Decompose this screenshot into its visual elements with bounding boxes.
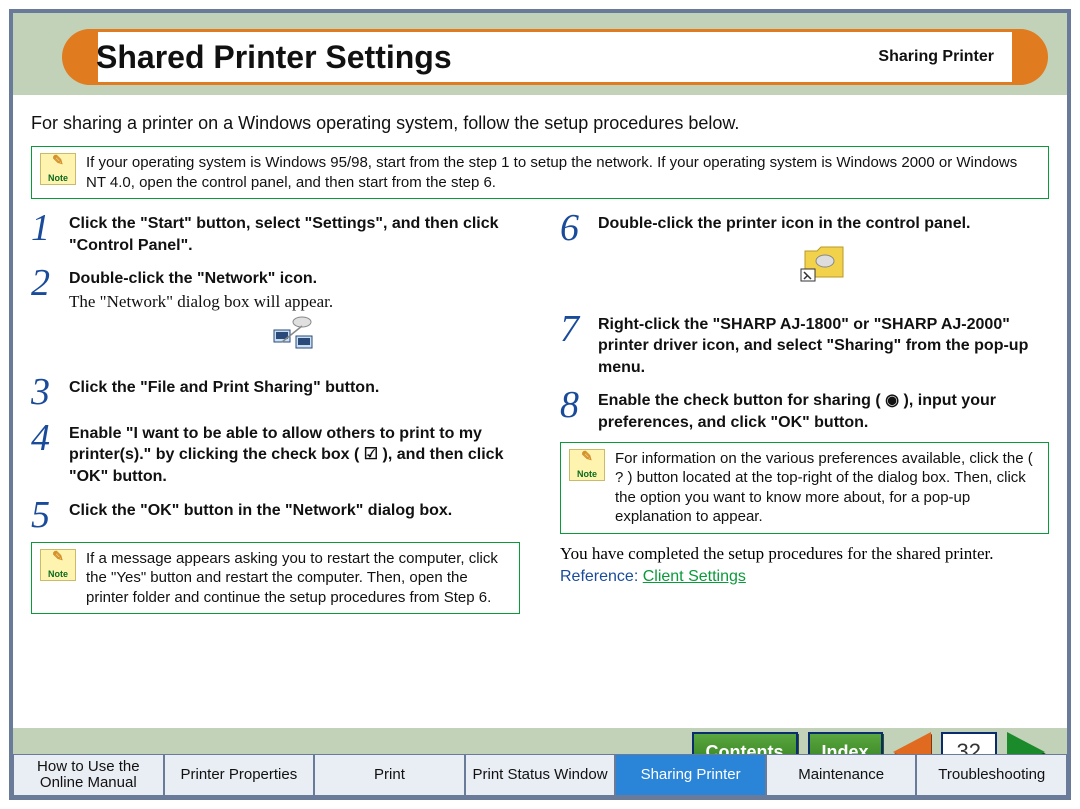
note-icon: Note bbox=[40, 549, 76, 581]
reference: Reference: Client Settings bbox=[560, 568, 1049, 586]
content-area: For sharing a printer on a Windows opera… bbox=[13, 95, 1067, 728]
reference-link[interactable]: Client Settings bbox=[643, 568, 746, 585]
completion-text: You have completed the setup procedures … bbox=[560, 544, 1049, 564]
step-desc: The "Network" dialog box will appear. bbox=[69, 292, 520, 312]
step-title: Enable the check button for sharing ( ◉ … bbox=[598, 390, 1049, 433]
left-column: 1 Click the "Start" button, select "Sett… bbox=[31, 209, 520, 624]
step-7: 7 Right-click the "SHARP AJ-1800" or "SH… bbox=[560, 310, 1049, 379]
step-title: Click the "Start" button, select "Settin… bbox=[69, 213, 520, 256]
network-icon bbox=[69, 316, 520, 357]
tab-print-status-window[interactable]: Print Status Window bbox=[465, 754, 616, 796]
step-1: 1 Click the "Start" button, select "Sett… bbox=[31, 209, 520, 256]
step-3: 3 Click the "File and Print Sharing" but… bbox=[31, 373, 520, 411]
step-title: Double-click the "Network" icon. bbox=[69, 268, 520, 290]
tab-maintenance[interactable]: Maintenance bbox=[766, 754, 917, 796]
note-icon: Note bbox=[40, 153, 76, 185]
printer-folder-icon bbox=[598, 241, 1049, 290]
intro-text: For sharing a printer on a Windows opera… bbox=[31, 113, 1049, 134]
step-5: 5 Click the "OK" button in the "Network"… bbox=[31, 496, 520, 534]
step-title: Double-click the printer icon in the con… bbox=[598, 213, 1049, 235]
step-title: Enable "I want to be able to allow other… bbox=[69, 423, 520, 488]
tab-print[interactable]: Print bbox=[314, 754, 465, 796]
step-2: 2 Double-click the "Network" icon. The "… bbox=[31, 264, 520, 365]
step-6: 6 Double-click the printer icon in the c… bbox=[560, 209, 1049, 302]
note-box-top: Note If your operating system is Windows… bbox=[31, 146, 1049, 199]
step-number: 7 bbox=[560, 310, 584, 379]
note-icon: Note bbox=[569, 449, 605, 481]
right-column: 6 Double-click the printer icon in the c… bbox=[560, 209, 1049, 624]
page-title: Shared Printer Settings bbox=[96, 39, 452, 76]
steps-columns: 1 Click the "Start" button, select "Sett… bbox=[31, 209, 1049, 624]
note-text-mid: If a message appears asking you to resta… bbox=[86, 549, 511, 608]
note-text-top: If your operating system is Windows 95/9… bbox=[86, 153, 1040, 192]
bottom-tabs: How to Use the Online ManualPrinter Prop… bbox=[13, 754, 1067, 796]
step-title: Click the "OK" button in the "Network" d… bbox=[69, 500, 520, 522]
note-box-mid: Note If a message appears asking you to … bbox=[31, 542, 520, 615]
step-4: 4 Enable "I want to be able to allow oth… bbox=[31, 419, 520, 488]
title-bar: Shared Printer Settings Sharing Printer bbox=[63, 29, 1047, 85]
step-number: 4 bbox=[31, 419, 55, 488]
step-title: Click the "File and Print Sharing" butto… bbox=[69, 377, 520, 399]
step-number: 6 bbox=[560, 209, 584, 302]
page-subtitle: Sharing Printer bbox=[878, 48, 1024, 66]
tab-sharing-printer[interactable]: Sharing Printer bbox=[615, 754, 766, 796]
tab-how-to-use-the-online-manual[interactable]: How to Use the Online Manual bbox=[13, 754, 164, 796]
step-8: 8 Enable the check button for sharing ( … bbox=[560, 386, 1049, 433]
nav-footer: Contents Index 32 How to Use the Online … bbox=[13, 728, 1067, 796]
step-number: 5 bbox=[31, 496, 55, 534]
outer-frame: Shared Printer Settings Sharing Printer … bbox=[0, 0, 1080, 809]
title-cap-left bbox=[62, 29, 98, 85]
note-box-right: Note For information on the various pref… bbox=[560, 442, 1049, 534]
step-number: 3 bbox=[31, 373, 55, 411]
reference-label: Reference: bbox=[560, 568, 638, 585]
page-frame: Shared Printer Settings Sharing Printer … bbox=[9, 9, 1071, 800]
step-number: 8 bbox=[560, 386, 584, 433]
tab-troubleshooting[interactable]: Troubleshooting bbox=[916, 754, 1067, 796]
step-number: 2 bbox=[31, 264, 55, 365]
header-area: Shared Printer Settings Sharing Printer bbox=[13, 13, 1067, 95]
note-text-right: For information on the various preferenc… bbox=[615, 449, 1040, 527]
step-number: 1 bbox=[31, 209, 55, 256]
tab-printer-properties[interactable]: Printer Properties bbox=[164, 754, 315, 796]
step-title: Right-click the "SHARP AJ-1800" or "SHAR… bbox=[598, 314, 1049, 379]
